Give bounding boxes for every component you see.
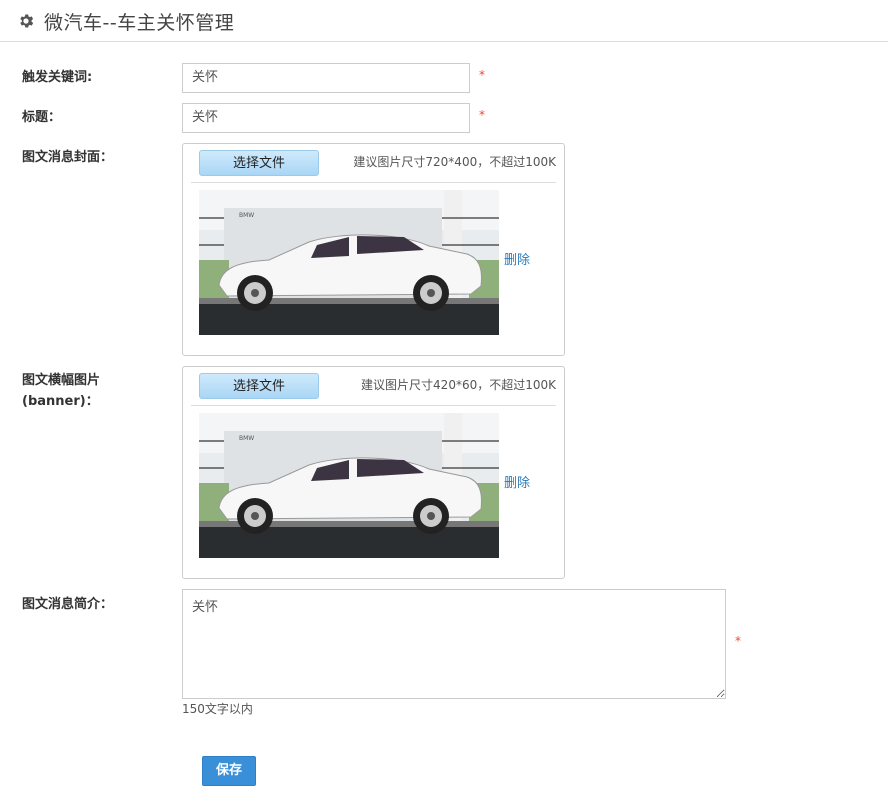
divider xyxy=(191,182,556,183)
page-title: 微汽车--车主关怀管理 xyxy=(44,12,235,34)
keyword-label: 触发关键词: xyxy=(22,70,93,85)
cover-choose-file-button[interactable]: 选择文件 xyxy=(199,150,319,176)
cover-label: 图文消息封面： xyxy=(22,150,114,165)
title-required-mark: * xyxy=(479,108,485,122)
banner-label-line2: (banner)： xyxy=(22,394,99,409)
banner-upload-box: 选择文件 建议图片尺寸420*60，不超过100K BMW 删除 xyxy=(182,366,565,579)
title-label: 标题： xyxy=(22,110,62,125)
page-header: 微汽车--车主关怀管理 xyxy=(0,0,888,42)
summary-label: 图文消息简介： xyxy=(22,597,114,612)
banner-delete-link[interactable]: 删除 xyxy=(504,472,530,491)
cover-size-hint: 建议图片尺寸720*400，不超过100K xyxy=(353,155,556,169)
summary-textarea[interactable]: 关怀 xyxy=(182,589,726,699)
banner-choose-file-button[interactable]: 选择文件 xyxy=(199,373,319,399)
gear-icon xyxy=(20,14,34,28)
summary-required-mark: * xyxy=(735,634,741,648)
summary-char-limit: 150文字以内 xyxy=(182,702,253,716)
save-button[interactable]: 保存 xyxy=(202,756,256,786)
keyword-input[interactable]: 关怀 xyxy=(182,63,470,93)
title-input[interactable]: 关怀 xyxy=(182,103,470,133)
banner-label-line1: 图文横幅图片 xyxy=(22,373,101,388)
keyword-required-mark: * xyxy=(479,68,485,82)
divider xyxy=(191,405,556,406)
cover-delete-link[interactable]: 删除 xyxy=(504,249,530,268)
svg-text:BMW: BMW xyxy=(239,435,254,442)
cover-upload-box: 选择文件 建议图片尺寸720*400，不超过100K BMW 删除 xyxy=(182,143,565,356)
svg-text:BMW: BMW xyxy=(239,212,254,219)
cover-car-image: BMW xyxy=(199,190,499,335)
banner-size-hint: 建议图片尺寸420*60，不超过100K xyxy=(361,378,556,392)
banner-car-image: BMW xyxy=(199,413,499,558)
